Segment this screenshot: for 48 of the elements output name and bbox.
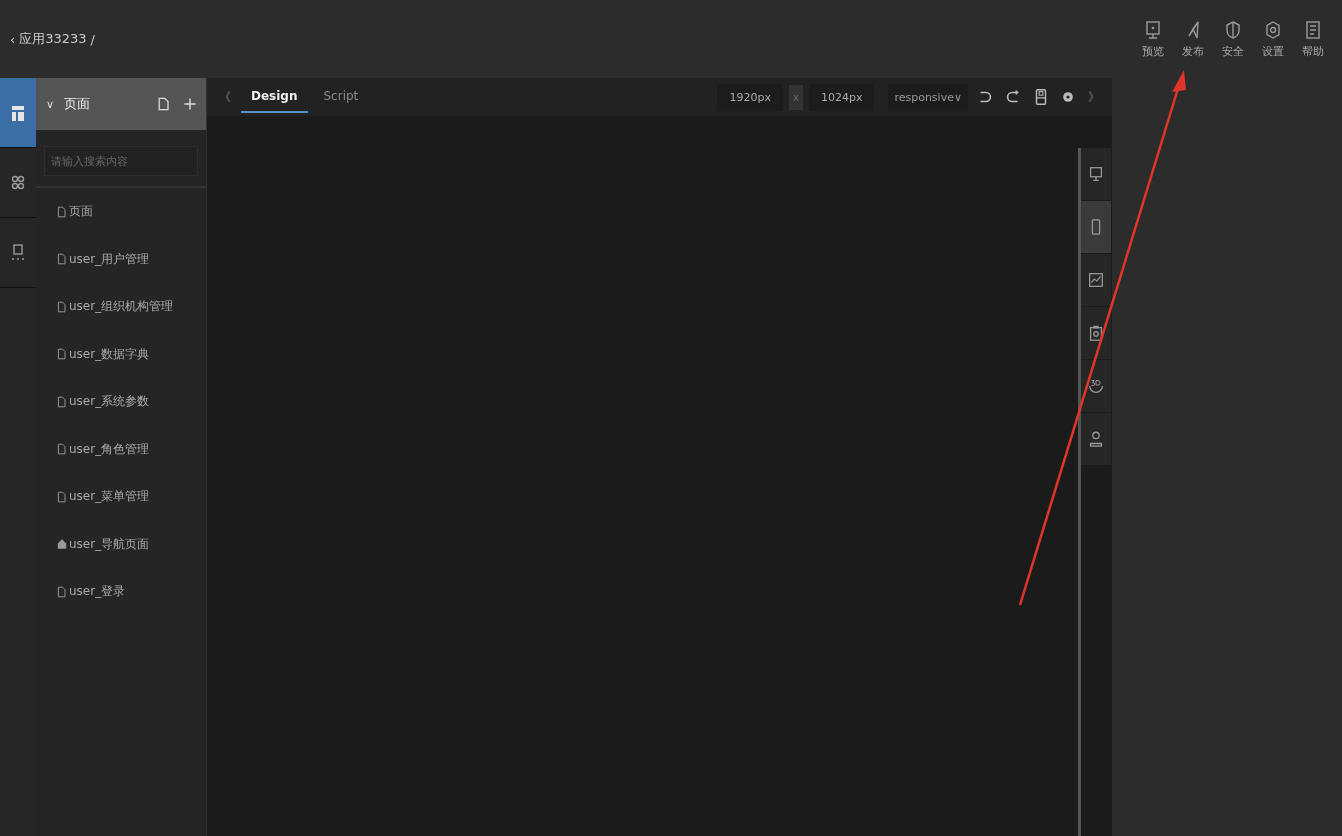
clipboard-icon — [1087, 324, 1105, 342]
page-item[interactable]: user_登录 — [36, 568, 206, 616]
toolbar-button[interactable]: 帮助 — [1300, 19, 1326, 59]
3d-icon — [1087, 377, 1105, 395]
user-icon — [1087, 430, 1105, 448]
page-item[interactable]: user_数据字典 — [36, 330, 206, 378]
add-icon[interactable] — [182, 96, 198, 112]
page-item[interactable]: user_用户管理 — [36, 235, 206, 283]
page-item[interactable]: 页面 — [36, 188, 206, 236]
eye-icon — [1060, 89, 1076, 105]
back-chevron[interactable]: ‹ — [10, 31, 16, 47]
new-file-icon[interactable] — [156, 96, 172, 112]
page-item[interactable]: user_导航页面 — [36, 520, 206, 568]
page-item[interactable]: user_系统参数 — [36, 378, 206, 426]
file-icon — [56, 205, 68, 218]
file-icon — [56, 300, 68, 313]
breadcrumb-separator: / — [90, 31, 95, 47]
line-chart-icon — [1087, 271, 1105, 289]
editor-tab[interactable]: Design — [241, 81, 308, 113]
settings-icon — [1263, 19, 1283, 40]
page-item[interactable]: user_组织机构管理 — [36, 283, 206, 331]
book-icon — [1303, 19, 1323, 40]
chevron-icon[interactable]: ∨ — [46, 97, 55, 111]
panel-title: 页面 — [64, 95, 91, 113]
file-icon — [56, 395, 68, 408]
file-icon — [56, 443, 68, 456]
collapse-right-button[interactable]: 》 — [1084, 84, 1104, 110]
mode-dropdown[interactable]: responsive∨ — [888, 83, 968, 111]
app-name[interactable]: 应用33233 — [19, 30, 87, 48]
width-field[interactable]: 1920px — [717, 83, 783, 111]
file-icon — [56, 348, 68, 361]
file-icon — [56, 490, 68, 503]
file-icon — [56, 585, 68, 598]
toolbar-button[interactable]: 设置 — [1260, 19, 1286, 59]
device-button[interactable] — [1081, 201, 1111, 254]
toolbar-button[interactable]: 安全 — [1220, 19, 1246, 59]
file-icon — [56, 253, 68, 266]
shield-icon — [1223, 19, 1243, 40]
page-item[interactable]: user_菜单管理 — [36, 473, 206, 521]
toolbar-button[interactable]: 预览 — [1140, 19, 1166, 59]
page-item[interactable]: user_角色管理 — [36, 425, 206, 473]
home-icon — [56, 538, 68, 551]
monitor-icon — [1143, 19, 1163, 40]
toolbar-button[interactable]: 发布 — [1180, 19, 1206, 59]
editor-tab[interactable]: Script — [313, 81, 369, 113]
height-field[interactable]: 1024px — [808, 83, 875, 111]
collapse-left-button[interactable]: 《 — [215, 84, 235, 110]
monitor-icon — [1087, 165, 1105, 183]
